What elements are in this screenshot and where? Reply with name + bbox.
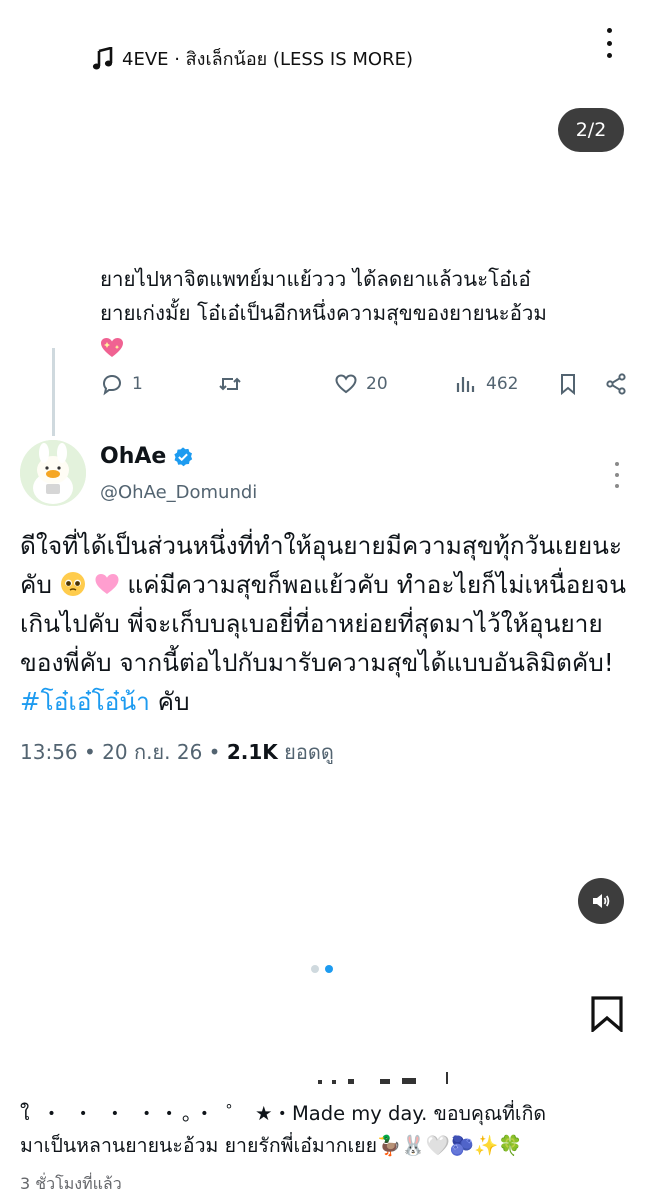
music-label: 4EVE · สิงเล็กน้อย (LESS IS MORE) [122, 49, 413, 70]
caption-prefix: ใ ・ ・ ・ ・・。・ ゜ [20, 1102, 249, 1125]
post-time-ago: 3 ชั่วโมงที่แล้ว [20, 1174, 122, 1193]
display-name: OhAe [100, 444, 167, 469]
separator-dot: • [84, 740, 103, 764]
thread-connector-line [52, 348, 55, 436]
speaker-icon [593, 894, 610, 908]
avatar[interactable] [20, 440, 86, 506]
analytics-icon [456, 377, 475, 392]
repost-icon [219, 377, 241, 391]
caption-line-2: มาเป็นหลานยายนะอ้วม ยายรักพี่เอ๋มากเยย🦆🐰… [20, 1134, 523, 1157]
bookmark-icon [561, 374, 575, 396]
dot-icon [615, 462, 619, 466]
tweet-date[interactable]: 20 ก.ย. 26 [102, 740, 202, 764]
heart-outline-icon [335, 374, 357, 394]
comment-icon [102, 374, 122, 396]
user-handle[interactable]: @OhAe_Domundi [100, 482, 257, 503]
carousel-indicator [311, 965, 333, 973]
dot-icon [615, 484, 619, 488]
like-button[interactable]: 20 [334, 372, 388, 396]
reply-count: 1 [132, 374, 143, 394]
music-note-icon [92, 46, 113, 69]
reply-action-bar: 1 20 462 [100, 372, 630, 412]
share-button[interactable] [604, 372, 628, 396]
cropped-text-fragment [318, 1072, 448, 1084]
reply-text-line-2: ยายเก่งมั้ย โอ๋เอ๋เป็นอีกหนึ่งความสุขของ… [100, 301, 547, 325]
reply-button[interactable]: 1 [100, 372, 143, 396]
dot-icon [615, 473, 619, 477]
tweet-views-label: ยอดดู [284, 740, 334, 764]
carousel-dot-1[interactable] [311, 965, 319, 973]
tweet-metadata: 13:56 • 20 ก.ย. 26 • 2.1K ยอดดู [20, 736, 334, 768]
dot-icon [606, 28, 612, 33]
views-button[interactable]: 462 [454, 372, 518, 396]
like-count: 20 [366, 374, 388, 394]
tweet-views-count: 2.1K [226, 740, 278, 764]
more-options-button[interactable] [598, 28, 620, 58]
share-icon [606, 373, 626, 395]
mute-toggle-button[interactable] [578, 878, 624, 924]
verified-badge-icon [174, 446, 193, 466]
music-attribution[interactable]: 4EVE · สิงเล็กน้อย (LESS IS MORE) [92, 44, 413, 73]
sparkling-heart-icon [101, 338, 123, 357]
pleading-face-icon [60, 572, 85, 596]
dot-icon [606, 53, 612, 58]
bookmark-button[interactable] [556, 372, 580, 396]
post-caption: ใ ・ ・ ・ ・・。・ ゜ ★・Made my day. ขอบคุณที่เ… [20, 1098, 630, 1162]
caption-line-1: ★・Made my day. ขอบคุณที่เกิด [254, 1102, 547, 1125]
tweet-text: ดีใจที่ได้เป็นส่วนหนึ่งที่ทำให้อุนยายมีค… [20, 526, 630, 721]
media-counter-badge: 2/2 [558, 108, 624, 152]
tweet-time[interactable]: 13:56 [20, 740, 78, 764]
separator-dot: • [208, 740, 227, 764]
dot-icon [606, 40, 612, 46]
duck-avatar-icon [20, 440, 86, 506]
hashtag-link[interactable]: #โอ๋เอ๋โอ๋น้า [20, 687, 150, 716]
save-bookmark-icon[interactable] [590, 996, 624, 1032]
pink-heart-icon [95, 574, 119, 594]
tweet-more-options-button[interactable] [610, 462, 624, 488]
tweet-text-part-3: คับ [157, 687, 190, 716]
author-name-row[interactable]: OhAe [100, 444, 194, 469]
carousel-dot-2-active[interactable] [325, 965, 333, 973]
repost-button[interactable] [218, 372, 242, 396]
reply-text-line-1: ยายไปหาจิตแพทย์มาแย้ววว ได้ลดยาแล้วนะโอ๋… [100, 267, 531, 291]
views-count: 462 [486, 374, 519, 394]
reply-tweet-text: ยายไปหาจิตแพทย์มาแย้ววว ได้ลดยาแล้วนะโอ๋… [100, 262, 630, 364]
